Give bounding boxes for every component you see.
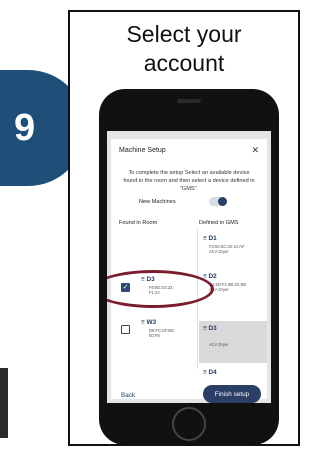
dialog-title: Machine Setup (119, 147, 166, 154)
gms-item-line2: ACA Dryer (209, 342, 229, 347)
card-title: Select your account (126, 21, 242, 76)
phone-speaker (177, 99, 201, 103)
machine-setup-dialog: Machine Setup ✕ To complete the setup Se… (107, 139, 267, 403)
found-item-checkbox[interactable] (121, 325, 130, 334)
step-number: 9 (14, 106, 36, 149)
found-in-room-header: Found in Room (119, 220, 158, 226)
gms-item-line2: ACA Dryer (209, 249, 229, 254)
new-machines-label: New Machines (139, 199, 176, 205)
phone-screen: Machine Setup ✕ To complete the setup Se… (107, 131, 271, 403)
new-machines-toggle[interactable] (209, 197, 227, 206)
gms-item-name[interactable]: ≡ D3 (203, 325, 217, 332)
selection-highlight-ring (107, 270, 214, 308)
left-edge-bar (0, 368, 8, 438)
dialog-description: To complete the setup Select an availabl… (123, 170, 255, 192)
gms-item-name-text: D1 (208, 235, 217, 242)
gms-item-name[interactable]: ≡ D1 (203, 235, 217, 242)
gms-item-name-text: D2 (208, 273, 217, 280)
found-item-name-text: W3 (146, 319, 157, 326)
back-button[interactable]: Back (121, 392, 135, 399)
found-item-line2: 50:F8 (149, 333, 160, 338)
toggle-knob (218, 197, 227, 206)
phone-frame: Machine Setup ✕ To complete the setup Se… (99, 89, 279, 445)
gms-item-name[interactable]: ≡ D4 (203, 369, 217, 376)
close-icon[interactable]: ✕ (251, 145, 259, 156)
defined-in-gms-header: Defined in GMS (199, 220, 239, 226)
gms-item-name-text: D4 (208, 369, 217, 376)
finish-setup-button[interactable]: Finish setup (203, 385, 261, 403)
gms-item-name-text: D3 (208, 325, 217, 332)
found-item-name: ≡ W3 (141, 319, 157, 326)
home-button (172, 407, 206, 441)
